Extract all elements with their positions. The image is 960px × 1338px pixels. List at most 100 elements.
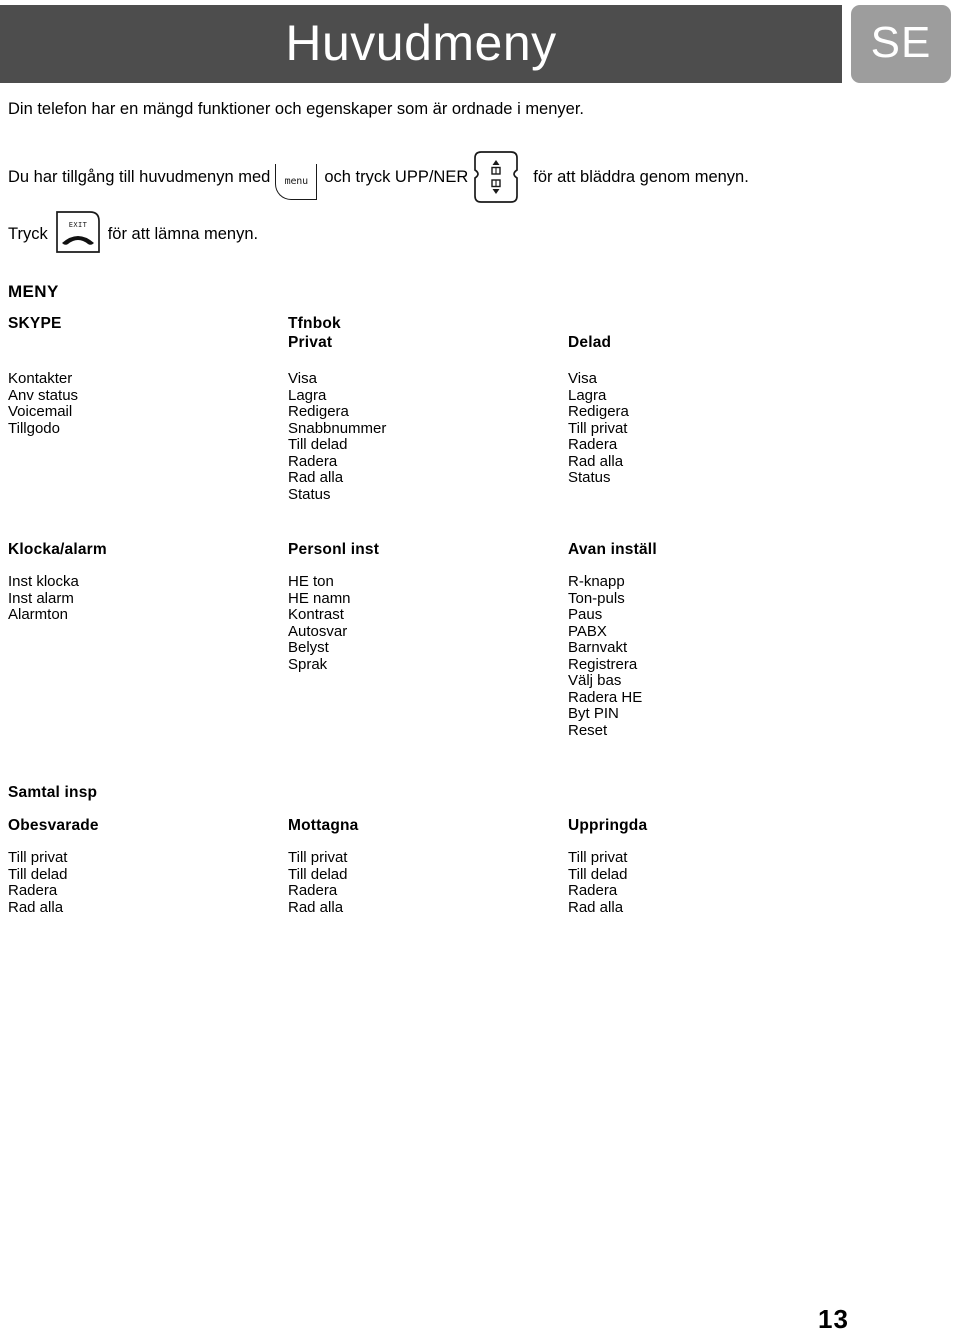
menu-item[interactable]: Status: [288, 486, 568, 504]
menu-item[interactable]: Inst alarm: [8, 590, 288, 608]
menu-item-list-privat: Visa Lagra Redigera Snabbnummer Till del…: [288, 370, 568, 504]
intro-2-text-after: för att bläddra genom menyn.: [533, 168, 749, 186]
menu-item[interactable]: Anv status: [8, 387, 288, 405]
menu-column-subtitle-spacer: [8, 333, 288, 352]
menu-item[interactable]: Ton-puls: [568, 590, 848, 608]
menu-item-list-obesvarade: Till privat Till delad Radera Rad alla: [8, 849, 288, 917]
intro-3-text-after: för att lämna menyn.: [107, 225, 259, 243]
menu-item[interactable]: Till privat: [8, 849, 288, 867]
menu-item[interactable]: Lagra: [288, 387, 568, 405]
menu-section-heading: MENY: [8, 282, 59, 301]
menu-column-title: Uppringda: [568, 817, 648, 834]
menu-item[interactable]: Voicemail: [8, 403, 288, 421]
menu-item[interactable]: Belyst: [288, 639, 568, 657]
menu-item[interactable]: PABX: [568, 623, 848, 641]
menu-column-mottagna: Mottagna Till privat Till delad Radera R…: [288, 816, 568, 916]
menu-column-title: SKYPE: [8, 315, 62, 332]
menu-item[interactable]: R-knapp: [568, 573, 848, 591]
menu-item-list-klocka-alarm: Inst klocka Inst alarm Alarmton: [8, 573, 288, 624]
menu-item[interactable]: Till privat: [288, 849, 568, 867]
menu-item[interactable]: Radera: [8, 882, 288, 900]
menu-item[interactable]: Till delad: [288, 436, 568, 454]
language-badge-label: SE: [870, 18, 932, 67]
exit-key-icon: EXIT: [54, 209, 102, 255]
menu-column-subtitle: Privat: [288, 334, 333, 351]
menu-item[interactable]: Sprak: [288, 656, 568, 674]
menu-item[interactable]: Tillgodo: [8, 420, 288, 438]
menu-item[interactable]: Paus: [568, 606, 848, 624]
intro-2-text-before: Du har tillgång till huvudmenyn med: [8, 168, 271, 186]
intro-paragraph-2: Du har tillgång till huvudmenyn med menu…: [8, 151, 749, 203]
menu-key-label: menu: [284, 176, 308, 187]
menu-item[interactable]: Rad alla: [288, 899, 568, 917]
menu-column-title: Personl inst: [288, 541, 380, 558]
menu-item[interactable]: Till privat: [568, 849, 848, 867]
menu-item[interactable]: Till delad: [8, 866, 288, 884]
menu-item[interactable]: Lagra: [568, 387, 848, 405]
menu-item[interactable]: Redigera: [288, 403, 568, 421]
menu-column-title: Obesvarade: [8, 817, 99, 834]
menu-column-obesvarade: Obesvarade Till privat Till delad Radera…: [8, 816, 288, 916]
menu-item[interactable]: Rad alla: [568, 453, 848, 471]
menu-item[interactable]: Radera HE: [568, 689, 848, 707]
menu-item-list-uppringda: Till privat Till delad Radera Rad alla: [568, 849, 848, 917]
menu-item[interactable]: Rad alla: [568, 899, 848, 917]
intro-paragraph-3: Tryck EXIT för att lämna menyn.: [8, 211, 259, 253]
menu-item[interactable]: Radera: [288, 882, 568, 900]
menu-columns-row: Klocka/alarm Inst klocka Inst alarm Alar…: [8, 540, 952, 739]
menu-column-title: Tfnbok: [288, 315, 341, 332]
menu-item-list-personl-inst: HE ton HE namn Kontrast Autosvar Belyst …: [288, 573, 568, 674]
menu-item[interactable]: Till privat: [568, 420, 848, 438]
menu-item[interactable]: Byt PIN: [568, 705, 848, 723]
menu-item[interactable]: Till delad: [288, 866, 568, 884]
menu-item[interactable]: Snabbnummer: [288, 420, 568, 438]
menu-item[interactable]: Rad alla: [288, 469, 568, 487]
intro-paragraph-1: Din telefon har en mängd funktioner och …: [8, 100, 585, 118]
menu-item[interactable]: Till delad: [568, 866, 848, 884]
page-header-bar: Huvudmeny: [0, 5, 842, 83]
menu-item[interactable]: Registrera: [568, 656, 848, 674]
menu-column-title-spacer: [568, 314, 848, 333]
menu-item[interactable]: Visa: [288, 370, 568, 388]
menu-item[interactable]: HE ton: [288, 573, 568, 591]
menu-column-personl-inst: Personl inst HE ton HE namn Kontrast Aut…: [288, 540, 568, 673]
menu-item[interactable]: Autosvar: [288, 623, 568, 641]
menu-item[interactable]: Redigera: [568, 403, 848, 421]
menu-item[interactable]: Radera: [568, 436, 848, 454]
menu-item[interactable]: Välj bas: [568, 672, 848, 690]
menu-item[interactable]: Radera: [288, 453, 568, 471]
menu-item[interactable]: Kontakter: [8, 370, 288, 388]
menu-item[interactable]: HE namn: [288, 590, 568, 608]
menu-columns-row: SKYPE Kontakter Anv status Voicemail Til…: [8, 314, 952, 503]
menu-key-icon: menu: [275, 158, 319, 202]
menu-item[interactable]: Reset: [568, 722, 848, 740]
menu-item[interactable]: Alarmton: [8, 606, 288, 624]
language-badge: SE: [851, 5, 951, 83]
menu-block-phonebook: SKYPE Kontakter Anv status Voicemail Til…: [8, 314, 952, 503]
menu-item-list-skype: Kontakter Anv status Voicemail Tillgodo: [8, 370, 288, 438]
intro-3-text-before: Tryck: [8, 225, 48, 243]
menu-item[interactable]: Barnvakt: [568, 639, 848, 657]
menu-columns-row: Obesvarade Till privat Till delad Radera…: [8, 816, 952, 916]
menu-column-avan-install: Avan inställ R-knapp Ton-puls Paus PABX …: [568, 540, 848, 739]
menu-item-list-avan-install: R-knapp Ton-puls Paus PABX Barnvakt Regi…: [568, 573, 848, 740]
menu-column-subtitle: Delad: [568, 334, 612, 351]
menu-item[interactable]: Rad alla: [8, 899, 288, 917]
menu-column-tfnbok-delad: Delad Visa Lagra Redigera Till privat Ra…: [568, 314, 848, 487]
menu-column-title: Mottagna: [288, 817, 359, 834]
menu-item-list-delad: Visa Lagra Redigera Till privat Radera R…: [568, 370, 848, 487]
menu-item[interactable]: Status: [568, 469, 848, 487]
svg-text:EXIT: EXIT: [68, 221, 87, 229]
up-down-navigation-key-icon: [473, 150, 519, 204]
menu-column-tfnbok-privat: Tfnbok Privat Visa Lagra Redigera Snabbn…: [288, 314, 568, 503]
menu-item[interactable]: Radera: [568, 882, 848, 900]
menu-block-title: Samtal insp: [8, 784, 98, 801]
menu-column-klocka-alarm: Klocka/alarm Inst klocka Inst alarm Alar…: [8, 540, 288, 624]
menu-block-settings: Klocka/alarm Inst klocka Inst alarm Alar…: [8, 540, 952, 739]
page-number: 13: [818, 1304, 849, 1334]
menu-item[interactable]: Inst klocka: [8, 573, 288, 591]
menu-item[interactable]: Visa: [568, 370, 848, 388]
menu-column-title: Avan inställ: [568, 541, 657, 558]
menu-column-title: Klocka/alarm: [8, 541, 107, 558]
menu-item[interactable]: Kontrast: [288, 606, 568, 624]
